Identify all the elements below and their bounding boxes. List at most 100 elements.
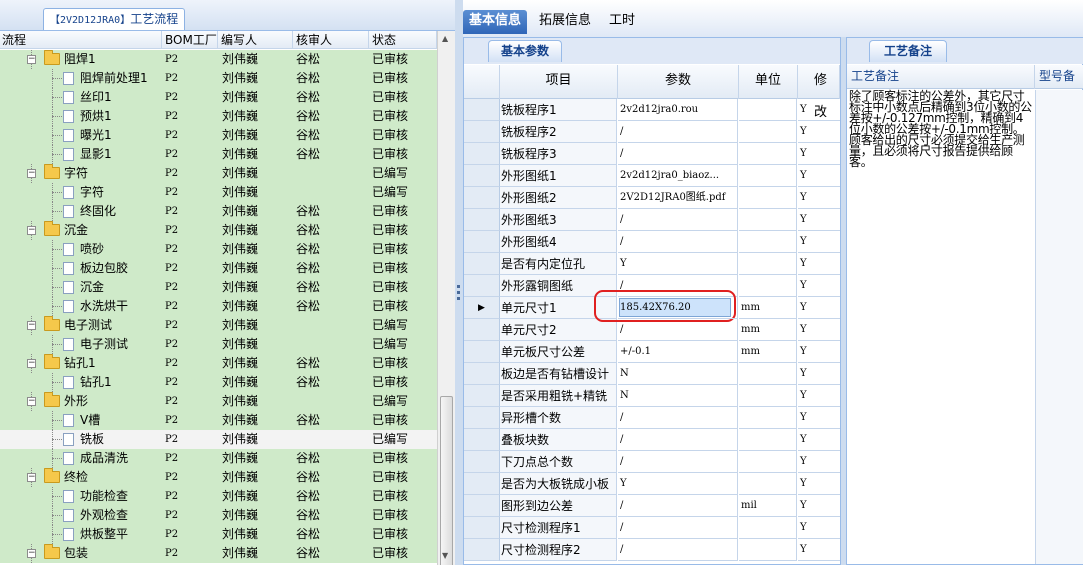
param-row[interactable]: 外形图纸2 2V2D12JRA0图纸.pdf Y	[464, 187, 840, 209]
col-model-notes[interactable]: 型号备	[1035, 65, 1083, 89]
param-unit[interactable]	[739, 187, 797, 209]
param-unit[interactable]	[739, 451, 797, 473]
collapse-toggle-icon[interactable]: −	[27, 549, 36, 558]
param-value[interactable]: /	[618, 451, 738, 473]
param-row[interactable]: 铣板程序2/ Y	[464, 121, 840, 143]
param-modifiable[interactable]: Y	[798, 539, 840, 561]
col-status[interactable]: 状态	[370, 31, 437, 49]
param-modifiable[interactable]: Y	[798, 407, 840, 429]
row-selector[interactable]	[464, 165, 500, 187]
param-unit[interactable]	[739, 407, 797, 429]
row-selector[interactable]	[464, 99, 500, 121]
collapse-toggle-icon[interactable]: −	[27, 169, 36, 178]
tree-step-row[interactable]: 电子测试 P2 刘伟巍 已编写	[0, 335, 437, 354]
param-value[interactable]: /	[618, 209, 738, 231]
tree-group-row[interactable]: − 钻孔1 P2 刘伟巍 谷松 已审核	[0, 354, 437, 373]
param-unit[interactable]	[739, 121, 797, 143]
col-writer[interactable]: 编写人	[219, 31, 293, 49]
tab-basic-params[interactable]: 基本参数	[488, 40, 563, 62]
param-row[interactable]: 叠板块数 / Y	[464, 429, 840, 451]
param-unit[interactable]	[739, 275, 797, 297]
row-selector[interactable]	[464, 539, 500, 561]
tree-title-tab[interactable]: 【2V2D12JRA0】工艺流程	[43, 8, 186, 30]
tree-scroll-thumb[interactable]	[440, 396, 453, 565]
param-unit[interactable]	[739, 385, 797, 407]
row-selector[interactable]	[464, 341, 500, 363]
param-value[interactable]: /	[618, 121, 738, 143]
row-selector[interactable]	[464, 517, 500, 539]
collapse-toggle-icon[interactable]: −	[27, 473, 36, 482]
param-modifiable[interactable]: Y	[798, 297, 840, 319]
tree-step-row[interactable]: 沉金 P2 刘伟巍 谷松 已审核	[0, 278, 437, 297]
param-unit[interactable]	[739, 253, 797, 275]
col-reviewer[interactable]: 核审人	[294, 31, 369, 49]
param-modifiable[interactable]: Y	[798, 517, 840, 539]
tree-step-row[interactable]: 水洗烘干 P2 刘伟巍 谷松 已审核	[0, 297, 437, 316]
param-value[interactable]: 2v2d12jra0.rou	[618, 99, 738, 121]
param-row[interactable]: 外形图纸4/ Y	[464, 231, 840, 253]
row-selector[interactable]	[464, 275, 500, 297]
param-unit[interactable]	[739, 517, 797, 539]
param-unit[interactable]	[739, 99, 797, 121]
param-modifiable[interactable]: Y	[798, 363, 840, 385]
col-process-notes[interactable]: 工艺备注	[847, 65, 1035, 89]
row-selector[interactable]	[464, 473, 500, 495]
param-row[interactable]: 下刀点总个数 / Y	[464, 451, 840, 473]
param-row[interactable]: 图形到边公差 / mil Y	[464, 495, 840, 517]
param-unit[interactable]	[739, 429, 797, 451]
scroll-down-arrow-icon[interactable]: ▼	[442, 551, 448, 560]
tree-step-row[interactable]: 丝印1 P2 刘伟巍 谷松 已审核	[0, 88, 437, 107]
param-modifiable[interactable]: Y	[798, 143, 840, 165]
param-value[interactable]: /	[618, 143, 738, 165]
tree-group-row[interactable]: − 电子测试 P2 刘伟巍 已编写	[0, 316, 437, 335]
tab-work-hours[interactable]: 工时	[603, 10, 641, 34]
param-modifiable[interactable]: Y	[798, 187, 840, 209]
col-item[interactable]: 项目	[500, 65, 618, 99]
param-row[interactable]: 单元尺寸2/mm Y	[464, 319, 840, 341]
left-splitter[interactable]	[455, 0, 463, 565]
param-row[interactable]: 铣板程序3/ Y	[464, 143, 840, 165]
param-modifiable[interactable]: Y	[798, 165, 840, 187]
param-modifiable[interactable]: Y	[798, 209, 840, 231]
param-modifiable[interactable]: Y	[798, 253, 840, 275]
collapse-toggle-icon[interactable]: −	[27, 226, 36, 235]
row-selector[interactable]	[464, 209, 500, 231]
param-value[interactable]: /	[618, 231, 738, 253]
row-selector[interactable]	[464, 495, 500, 517]
tree-step-row[interactable]: 喷砂 P2 刘伟巍 谷松 已审核	[0, 240, 437, 259]
tree-group-row[interactable]: − 外形 P2 刘伟巍 已编写	[0, 392, 437, 411]
param-value[interactable]: /	[618, 517, 738, 539]
param-value[interactable]: 2V2D12JRA0图纸.pdf	[618, 187, 738, 209]
col-process[interactable]: 流程	[0, 31, 162, 49]
param-row[interactable]: 铣板程序1 2v2d12jra0.rou Y	[464, 99, 840, 121]
row-selector[interactable]	[464, 451, 500, 473]
tree-step-row[interactable]: 显影1 P2 刘伟巍 谷松 已审核	[0, 145, 437, 164]
tree-group-row[interactable]: − 字符 P2 刘伟巍 已编写	[0, 164, 437, 183]
tree-step-row[interactable]: 外观检查 P2 刘伟巍 谷松 已审核	[0, 506, 437, 525]
row-selector[interactable]	[464, 143, 500, 165]
param-unit[interactable]	[739, 231, 797, 253]
param-modifiable[interactable]: Y	[798, 99, 840, 121]
param-modifiable[interactable]: Y	[798, 231, 840, 253]
tree-step-row[interactable]: 字符 P2 刘伟巍 已编写	[0, 183, 437, 202]
param-value[interactable]: +/-0.1	[618, 341, 738, 363]
param-unit[interactable]: mil	[739, 495, 797, 517]
process-notes-text[interactable]: 除了顾客标注的公差外，其它尺寸标注中小数点后精确到3位小数的公差按+/-0.12…	[849, 90, 1034, 168]
tree-group-row[interactable]: − 终检 P2 刘伟巍 谷松 已审核	[0, 468, 437, 487]
param-modifiable[interactable]: Y	[798, 451, 840, 473]
param-value[interactable]: /	[618, 407, 738, 429]
param-row[interactable]: 是否为大板铣成小板 Y Y	[464, 473, 840, 495]
row-selector[interactable]	[464, 253, 500, 275]
tree-scrollbar[interactable]: ▲ ▼	[437, 31, 455, 565]
param-row[interactable]: 异形槽个数 / Y	[464, 407, 840, 429]
collapse-toggle-icon[interactable]: −	[27, 397, 36, 406]
param-row[interactable]: 板边是否有钻槽设计 N Y	[464, 363, 840, 385]
row-selector[interactable]	[464, 231, 500, 253]
collapse-toggle-icon[interactable]: −	[27, 359, 36, 368]
tree-step-row[interactable]: 钻孔1 P2 刘伟巍 谷松 已审核	[0, 373, 437, 392]
tree-group-row[interactable]: − 沉金 P2 刘伟巍 谷松 已审核	[0, 221, 437, 240]
tab-basic-info[interactable]: 基本信息	[463, 10, 528, 34]
row-selector[interactable]	[464, 407, 500, 429]
param-modifiable[interactable]: Y	[798, 341, 840, 363]
param-row[interactable]: 尺寸检测程序1/ Y	[464, 517, 840, 539]
